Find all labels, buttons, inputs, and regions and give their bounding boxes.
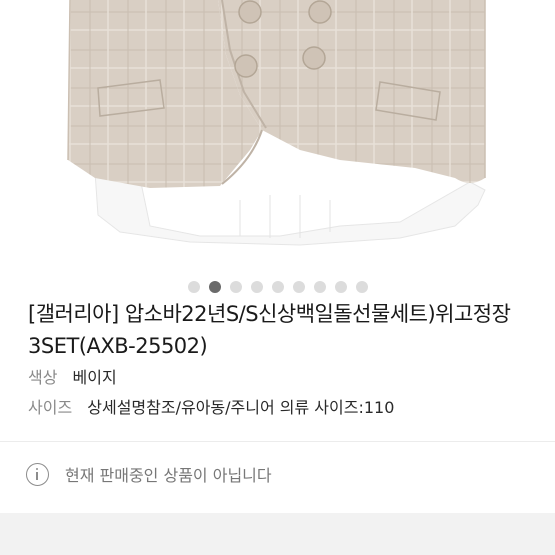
info-icon (26, 462, 49, 486)
carousel-dot[interactable] (271, 281, 284, 293)
carousel-indicator[interactable] (0, 280, 555, 294)
vest-illustration (67, 0, 486, 246)
size-value: 상세설명참조/유아동/주니어 의류 사이즈:110 (87, 398, 395, 417)
not-for-sale-notice: 현재 판매중인 상품이 아닙니다 (26, 462, 272, 486)
color-label: 색상 (28, 368, 58, 387)
product-image[interactable] (0, 0, 555, 262)
carousel-dot[interactable] (313, 281, 326, 293)
carousel-dot[interactable] (250, 281, 263, 293)
section-separator (0, 513, 555, 555)
size-option: 사이즈 상세설명참조/유아동/주니어 의류 사이즈:110 (28, 397, 394, 419)
carousel-dot[interactable] (334, 281, 347, 293)
carousel-dot[interactable] (187, 281, 200, 293)
divider (0, 441, 555, 442)
carousel-dot[interactable] (355, 281, 368, 293)
color-value: 베이지 (72, 368, 117, 387)
color-option: 색상 베이지 (28, 367, 117, 389)
product-title: [갤러리아] 압소바22년S/S신상백일돌선물세트)위고정장3SET(AXB-2… (28, 302, 511, 358)
carousel-dot[interactable] (208, 281, 221, 293)
carousel-dot[interactable] (292, 281, 305, 293)
size-label: 사이즈 (28, 398, 73, 417)
carousel-dot[interactable] (229, 281, 242, 293)
notice-text: 현재 판매중인 상품이 아닙니다 (65, 466, 272, 485)
